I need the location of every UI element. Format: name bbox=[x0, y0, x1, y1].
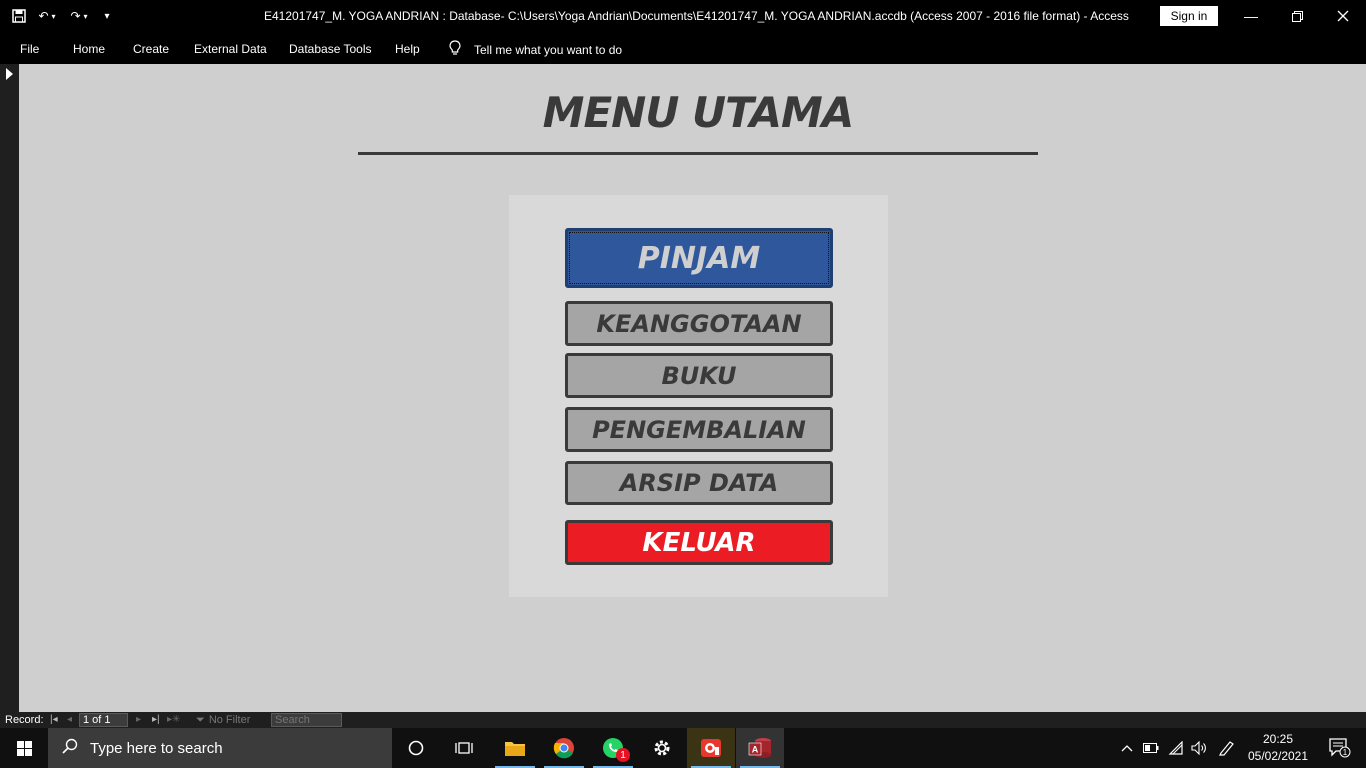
whatsapp-notification-badge: 1 bbox=[616, 748, 630, 762]
redo-icon[interactable]: ↷ ▾ bbox=[64, 5, 94, 27]
file-explorer-icon[interactable] bbox=[491, 728, 539, 768]
keluar-button[interactable]: KELUAR bbox=[565, 520, 833, 565]
screen-recorder-icon[interactable] bbox=[687, 728, 735, 768]
record-position-field[interactable]: 1 of 1 bbox=[79, 713, 128, 727]
record-navigation-bar: Record: |◂ ◂ 1 of 1 ▸ ▸| ▸✳ ⏷ No Filter bbox=[0, 712, 1366, 728]
close-icon[interactable] bbox=[1320, 0, 1366, 32]
search-icon bbox=[62, 738, 78, 759]
tab-file[interactable]: File bbox=[20, 42, 39, 56]
customize-qat-icon[interactable]: ▾ bbox=[96, 5, 118, 27]
arsip-data-button[interactable]: ARSIP DATA bbox=[565, 461, 833, 505]
volume-icon[interactable] bbox=[1188, 728, 1210, 768]
menu-panel: PINJAM KEANGGOTAAN BUKU PENGEMBALIAN ARS… bbox=[509, 195, 888, 597]
title-bar: ↶ ▾ ↷ ▾ ▾ E41201747_M. YOGA ANDRIAN : Data… bbox=[0, 0, 1366, 32]
record-search-input[interactable] bbox=[271, 713, 342, 727]
navigation-pane[interactable] bbox=[0, 64, 19, 712]
record-label: Record: bbox=[5, 714, 44, 726]
battery-icon[interactable] bbox=[1140, 728, 1162, 768]
pen-workspace-icon[interactable] bbox=[1214, 728, 1240, 768]
quick-access-toolbar: ↶ ▾ ↷ ▾ ▾ bbox=[8, 4, 118, 28]
filter-indicator[interactable]: ⏷ No Filter bbox=[196, 714, 250, 727]
whatsapp-icon[interactable]: 1 bbox=[589, 728, 637, 768]
filter-label: No Filter bbox=[208, 714, 251, 726]
windows-logo-icon bbox=[16, 740, 32, 756]
lightbulb-icon bbox=[448, 40, 462, 59]
chrome-icon[interactable] bbox=[540, 728, 588, 768]
minimize-icon[interactable]: — bbox=[1228, 0, 1274, 32]
notification-count: 1 bbox=[1343, 748, 1348, 757]
tab-help[interactable]: Help bbox=[395, 42, 420, 56]
page-title: MENU UTAMA bbox=[542, 88, 855, 137]
task-view-icon[interactable] bbox=[440, 728, 488, 768]
action-center-icon[interactable]: 1 bbox=[1318, 728, 1362, 768]
show-hidden-icons[interactable] bbox=[1116, 728, 1138, 768]
network-icon[interactable] bbox=[1164, 728, 1188, 768]
tell-me-search[interactable]: Tell me what you want to do bbox=[448, 40, 622, 59]
pinjam-button[interactable]: PINJAM bbox=[565, 228, 833, 288]
pengembalian-button[interactable]: PENGEMBALIAN bbox=[565, 407, 833, 452]
filter-icon: ⏷ bbox=[196, 714, 205, 726]
sign-in-button[interactable]: Sign in bbox=[1160, 6, 1218, 26]
taskbar-search-box[interactable]: Type here to search bbox=[48, 728, 392, 768]
title-underline bbox=[358, 152, 1038, 155]
new-record-icon[interactable]: ▸✳ bbox=[167, 714, 180, 725]
expand-nav-icon[interactable] bbox=[6, 68, 13, 80]
taskbar-search-placeholder: Type here to search bbox=[90, 739, 223, 757]
previous-record-icon[interactable]: ◂ bbox=[67, 714, 72, 725]
clock-time: 20:25 bbox=[1262, 732, 1294, 746]
microsoft-access-icon[interactable]: A bbox=[736, 728, 784, 768]
tab-home[interactable]: Home bbox=[73, 42, 105, 56]
tell-me-label: Tell me what you want to do bbox=[474, 42, 623, 57]
last-record-icon[interactable]: ▸| bbox=[152, 714, 160, 725]
cortana-icon[interactable] bbox=[392, 728, 440, 768]
undo-icon[interactable]: ↶ ▾ bbox=[32, 5, 62, 27]
next-record-icon[interactable]: ▸ bbox=[136, 714, 141, 725]
svg-text:A: A bbox=[752, 745, 759, 755]
save-icon[interactable] bbox=[8, 5, 30, 27]
tab-database-tools[interactable]: Database Tools bbox=[289, 42, 372, 56]
ribbon: File Home Create External Data Database … bbox=[0, 32, 1366, 64]
start-button[interactable] bbox=[0, 728, 48, 768]
buku-button[interactable]: BUKU bbox=[565, 353, 833, 398]
taskbar: Type here to search 1 A 20:25 05/02/2021… bbox=[0, 728, 1366, 768]
window-title: E41201747_M. YOGA ANDRIAN : Database- C:… bbox=[264, 9, 1129, 23]
keanggotaan-button[interactable]: KEANGGOTAAN bbox=[565, 301, 833, 346]
tab-create[interactable]: Create bbox=[133, 42, 169, 56]
clock[interactable]: 20:25 05/02/2021 bbox=[1244, 731, 1312, 765]
tab-external-data[interactable]: External Data bbox=[194, 42, 267, 56]
first-record-icon[interactable]: |◂ bbox=[50, 714, 58, 725]
restore-icon[interactable] bbox=[1274, 0, 1320, 32]
clock-date: 05/02/2021 bbox=[1247, 749, 1309, 763]
form-area: MENU UTAMA PINJAM KEANGGOTAAN BUKU PENGE… bbox=[19, 64, 1366, 712]
settings-gear-icon[interactable] bbox=[638, 728, 686, 768]
